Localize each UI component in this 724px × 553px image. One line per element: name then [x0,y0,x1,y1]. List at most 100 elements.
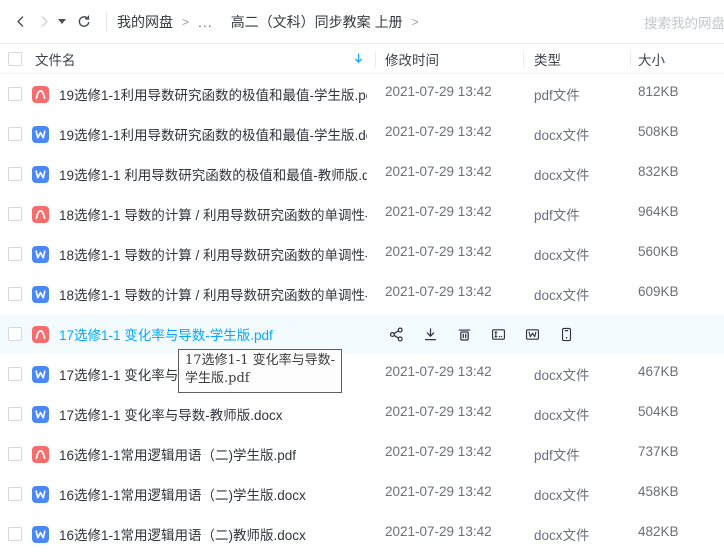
row-checkbox[interactable] [8,167,22,181]
filename-tooltip: 17选修1-1 变化率与导数-学生版.pdf [178,349,342,393]
table-row[interactable]: 16选修1-1常用逻辑用语（二)学生版.docx 2021-07-29 13:4… [0,474,724,514]
file-meta: 2021-07-29 13:42 docx文件 508KB [375,124,724,144]
row-checkbox[interactable] [8,527,22,541]
file-name-link[interactable]: 16选修1-1常用逻辑用语（二)学生版.pdf [59,444,296,464]
header-col-filename: 文件名 [0,49,375,69]
file-size: 482KB [630,524,724,544]
delete-icon[interactable] [456,326,473,343]
modified-time: 2021-07-29 13:42 [375,244,523,264]
row-checkbox[interactable] [8,367,22,381]
word-file-icon [31,125,50,144]
chevron-right-icon [37,14,52,29]
file-meta: 2021-07-29 13:42 docx文件 832KB [375,164,724,184]
file-meta: 2021-07-29 13:42 pdf文件 812KB [375,84,724,104]
table-row[interactable]: 19选修1-1 利用导数研究函数的极值和最值-教师版.docx 2021-07-… [0,154,724,194]
file-name-link[interactable]: 18选修1-1 导数的计算 / 利用导数研究函数的单调性-学... [59,244,367,264]
file-name-cell: 19选修1-1 利用导数研究函数的极值和最值-教师版.docx [0,164,375,184]
word-edit-icon[interactable] [524,326,541,343]
file-name-cell: 16选修1-1常用逻辑用语（二)学生版.pdf [0,444,375,464]
row-checkbox[interactable] [8,127,22,141]
breadcrumb-current: 高二（文科）同步教案 上册 [231,12,403,32]
file-name-cell: 18选修1-1 导数的计算 / 利用导数研究函数的单调性-学... [0,244,375,264]
table-row[interactable]: 16选修1-1常用逻辑用语（二)教师版.docx 2021-07-29 13:4… [0,514,724,553]
word-file-icon [31,285,50,304]
row-checkbox[interactable] [8,247,22,261]
file-name-link[interactable]: 19选修1-1 利用导数研究函数的极值和最值-教师版.docx [59,164,367,184]
file-meta: 2021-07-29 13:42 docx文件 482KB [375,524,724,544]
row-checkbox[interactable] [8,447,22,461]
modified-time: 2021-07-29 13:42 [375,524,523,544]
file-name-link[interactable]: 19选修1-1利用导数研究函数的极值和最值-学生版.docx [59,124,367,144]
table-row[interactable]: 16选修1-1常用逻辑用语（二)学生版.pdf 2021-07-29 13:42… [0,434,724,474]
file-name-cell: 19选修1-1利用导数研究函数的极值和最值-学生版.docx [0,124,375,144]
row-checkbox[interactable] [8,287,22,301]
table-row[interactable]: 19选修1-1利用导数研究函数的极值和最值-学生版.pdf 2021-07-29… [0,74,724,114]
search-box[interactable]: 搜索我的网盘文件 [630,0,724,44]
download-icon[interactable] [422,326,439,343]
row-hover-actions [375,326,724,343]
file-meta: 2021-07-29 13:42 docx文件 458KB [375,484,724,504]
forward-button[interactable] [32,10,56,34]
modified-time: 2021-07-29 13:42 [375,204,523,224]
file-name-link[interactable]: 17选修1-1 变化率与导数-教师版.docx [59,404,283,424]
file-size: 508KB [630,124,724,144]
row-checkbox[interactable] [8,207,22,221]
file-list: 19选修1-1利用导数研究函数的极值和最值-学生版.pdf 2021-07-29… [0,74,724,553]
file-name-link[interactable]: 18选修1-1 导数的计算 / 利用导数研究函数的单调性-教... [59,284,367,304]
share-icon[interactable] [388,326,405,343]
file-name-link[interactable]: 18选修1-1 导数的计算 / 利用导数研究函数的单调性-学... [59,204,367,224]
table-row[interactable]: 17选修1-1 变化率与导数-学生版.docx 2021-07-29 13:42… [0,354,724,394]
file-name-link[interactable]: 16选修1-1常用逻辑用语（二)教师版.docx [59,524,306,544]
table-row[interactable]: 17选修1-1 变化率与导数-教师版.docx 2021-07-29 13:42… [0,394,724,434]
file-meta: 2021-07-29 13:42 pdf文件 964KB [375,204,724,224]
file-size: 458KB [630,484,724,504]
select-all-checkbox[interactable] [8,52,22,66]
file-size: 832KB [630,164,724,184]
header-col-type[interactable]: 类型 [523,49,630,69]
row-checkbox[interactable] [8,327,22,341]
file-type: docx文件 [523,164,630,184]
pdf-file-icon [31,85,50,104]
file-name-cell: 17选修1-1 变化率与导数-学生版.pdf [0,324,375,344]
file-name-link[interactable]: 16选修1-1常用逻辑用语（二)学生版.docx [59,484,306,504]
back-button[interactable] [8,10,32,34]
file-name-cell: 19选修1-1利用导数研究函数的极值和最值-学生版.pdf [0,84,375,104]
modified-time: 2021-07-29 13:42 [375,284,523,304]
table-row[interactable]: 18选修1-1 导数的计算 / 利用导数研究函数的单调性-学... 2021-0… [0,234,724,274]
file-name-link[interactable]: 17选修1-1 变化率与导数-学生版.pdf [59,324,273,344]
file-size: 504KB [630,404,724,424]
file-size: 560KB [630,244,724,264]
pdf-file-icon [31,325,50,344]
table-row[interactable]: 17选修1-1 变化率与导数-学生版.pdf [0,314,724,354]
sort-desc-icon[interactable] [352,52,365,65]
modified-time: 2021-07-29 13:42 [375,124,523,144]
breadcrumb: 我的网盘 > ... 高二（文科）同步教案 上册 > [117,12,428,32]
history-dropdown-icon[interactable] [58,19,66,24]
file-type: docx文件 [523,364,630,384]
file-meta: 2021-07-29 13:42 docx文件 504KB [375,404,724,424]
rename-icon[interactable] [490,326,507,343]
file-size: 609KB [630,284,724,304]
file-type: pdf文件 [523,444,630,464]
breadcrumb-root[interactable]: 我的网盘 [117,12,173,32]
row-checkbox[interactable] [8,87,22,101]
mobile-icon[interactable] [558,326,575,343]
search-input[interactable]: 搜索我的网盘文件 [644,12,724,32]
file-size: 737KB [630,444,724,464]
row-checkbox[interactable] [8,407,22,421]
refresh-button[interactable] [72,10,96,34]
breadcrumb-ellipsis[interactable]: ... [198,14,213,30]
header-col-size[interactable]: 大小 [630,49,724,69]
pdf-file-icon [31,445,50,464]
refresh-icon [76,14,92,30]
row-checkbox[interactable] [8,487,22,501]
table-row[interactable]: 19选修1-1利用导数研究函数的极值和最值-学生版.docx 2021-07-2… [0,114,724,154]
file-type: pdf文件 [523,84,630,104]
file-name-link[interactable]: 19选修1-1利用导数研究函数的极值和最值-学生版.pdf [59,84,367,104]
table-row[interactable]: 18选修1-1 导数的计算 / 利用导数研究函数的单调性-学... 2021-0… [0,194,724,234]
modified-time: 2021-07-29 13:42 [375,84,523,104]
file-meta: 2021-07-29 13:42 docx文件 609KB [375,284,724,304]
pdf-file-icon [31,205,50,224]
header-col-modified[interactable]: 修改时间 [375,49,523,69]
table-row[interactable]: 18选修1-1 导数的计算 / 利用导数研究函数的单调性-教... 2021-0… [0,274,724,314]
